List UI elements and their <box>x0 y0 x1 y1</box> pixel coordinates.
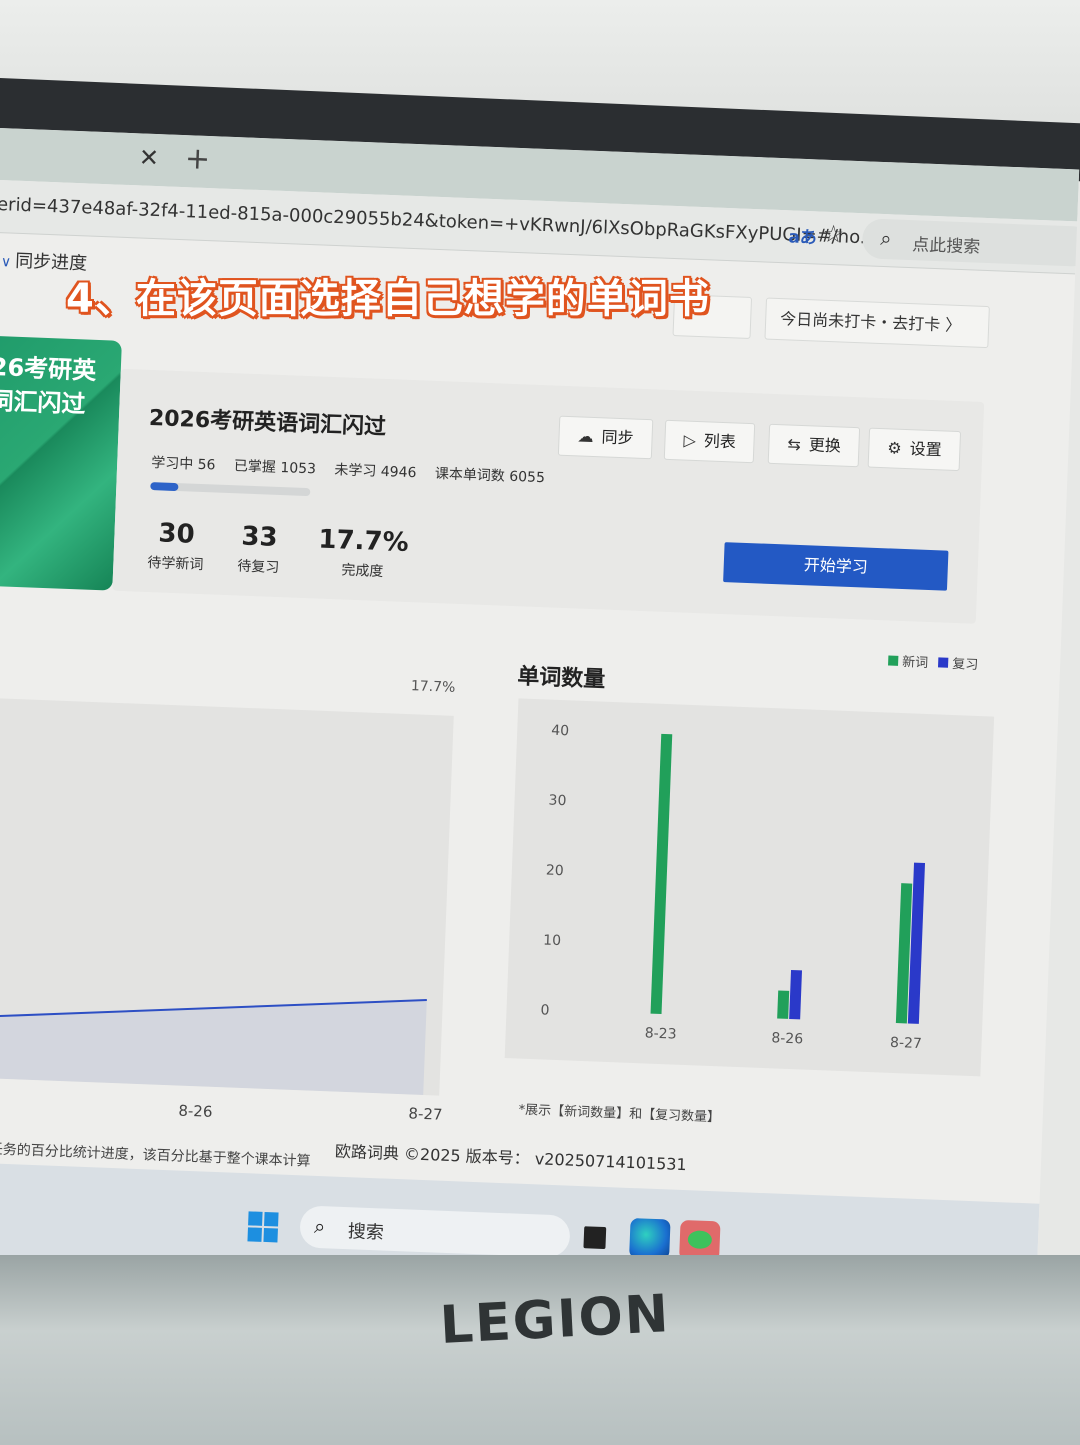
list-button-label: 列表 <box>703 431 737 452</box>
progress-chart-svg <box>0 999 427 1095</box>
settings-button-label: 设置 <box>909 439 943 460</box>
metric-completion-label: 完成度 <box>341 562 384 581</box>
metric-new-words: 30 待学新词 <box>147 518 205 574</box>
legend-review-swatch <box>938 657 949 668</box>
stat-mastered: 已掌握 1053 <box>234 458 317 477</box>
taskbar-search-label: 搜索 <box>347 1221 385 1244</box>
search-icon: ⌕ <box>313 1213 326 1239</box>
x-tick-label: 8-26 <box>771 1030 803 1047</box>
book-progress-bar <box>150 482 311 497</box>
task-view-icon[interactable] <box>583 1226 607 1250</box>
checkin-button[interactable]: 今日尚未打卡・去打卡 〉 <box>764 297 990 349</box>
settings-button[interactable]: ⚙ 设置 <box>867 427 962 472</box>
bar-new-8-26 <box>777 990 790 1019</box>
progress-x-tick-2: 8-27 <box>408 1104 443 1124</box>
book-panel: 2026考研英语词汇闪过 学习中 56 已掌握 1053 未学习 4946 课本… <box>112 368 985 624</box>
monitor-brand-logo: LEGION <box>438 1284 672 1356</box>
sync-button-label: 同步 <box>601 427 634 448</box>
metric-review: 33 待复习 <box>237 521 281 577</box>
stat-total-value: 6055 <box>508 468 546 487</box>
y-tick-label: 0 <box>540 1002 550 1018</box>
cover-title-line1: 26考研英 <box>0 352 97 385</box>
search-icon: ⌕ <box>879 225 893 251</box>
chevron-down-icon: ∨ <box>0 254 12 271</box>
change-book-label: 更换 <box>808 435 842 456</box>
stat-unlearned-value: 4946 <box>380 463 417 482</box>
cloud-sync-icon: ☁ <box>577 426 594 447</box>
y-tick-label: 10 <box>543 932 561 949</box>
sync-button[interactable]: ☁ 同步 <box>557 415 654 460</box>
translate-icon[interactable]: aあ <box>788 222 817 248</box>
bar-new-8-23 <box>650 733 673 1015</box>
swap-arrows-icon: ⇆ <box>787 434 802 454</box>
legend-new-label: 新词 <box>901 655 929 672</box>
gear-icon: ⚙ <box>887 438 903 458</box>
y-tick-label: 40 <box>551 723 569 740</box>
y-tick-label: 30 <box>548 793 566 810</box>
new-tab-icon[interactable]: + <box>184 141 210 177</box>
x-tick-label: 8-27 <box>890 1035 922 1052</box>
x-tick-label: 8-23 <box>644 1025 676 1042</box>
progress-x-tick-1: 8-26 <box>178 1101 213 1121</box>
search-box[interactable]: ⌕ 点此搜索 <box>861 218 1080 268</box>
metric-review-value: 33 <box>240 521 279 553</box>
stat-learning-label: 学习中 <box>150 455 194 473</box>
stat-total-label: 课本单词数 <box>434 465 506 485</box>
stat-mastered-value: 1053 <box>280 460 317 478</box>
book-progress-fill <box>150 482 179 492</box>
metric-completion: 17.7% 完成度 <box>317 525 409 582</box>
word-count-chart-note: *展示【新词数量】和【复习数量】 <box>518 1102 721 1126</box>
progress-chart-plot <box>0 697 454 1096</box>
start-learning-button[interactable]: 开始学习 <box>723 542 949 591</box>
book-stats: 学习中 56 已掌握 1053 未学习 4946 课本单词数 6055 <box>151 452 559 488</box>
favorite-star-icon[interactable]: ☆ <box>822 220 845 249</box>
metric-new-words-label: 待学新词 <box>147 554 204 574</box>
version-footer: 欧路词典 ©2025 版本号： v20250714101531 <box>334 1141 688 1175</box>
stat-total: 课本单词数 6055 <box>435 466 546 486</box>
chart-legend: 新词 复习 <box>882 650 979 673</box>
wechat-bubble <box>687 1230 713 1250</box>
book-cover[interactable]: 26考研英 词汇闪过 <box>0 335 122 591</box>
list-button[interactable]: ▷ 列表 <box>663 419 756 464</box>
metric-review-label: 待复习 <box>237 558 280 577</box>
tutorial-caption: 4、在该页面选择自己想学的单词书 <box>66 276 710 322</box>
metric-completion-value: 17.7% <box>317 524 410 558</box>
progress-chart-value: 17.7% <box>410 678 456 696</box>
word-count-chart-svg: 0 10 20 30 40 8-23 8-26 8-27 <box>540 723 926 1052</box>
taskbar-search[interactable]: ⌕ 搜索 <box>299 1205 571 1258</box>
metric-new-words-value: 30 <box>157 518 196 550</box>
stat-unlearned-label: 未学习 <box>334 462 377 480</box>
book-title: 2026考研英语词汇闪过 <box>148 405 387 441</box>
change-book-button[interactable]: ⇆ 更换 <box>767 423 861 468</box>
search-placeholder: 点此搜索 <box>911 235 981 258</box>
stat-learning: 学习中 56 <box>151 455 216 473</box>
play-circle-icon: ▷ <box>683 430 697 450</box>
stat-mastered-label: 已掌握 <box>233 458 277 476</box>
cover-title: 26考研英 词汇闪过 <box>0 350 121 423</box>
legend-review-label: 复习 <box>951 656 979 673</box>
stat-unlearned: 未学习 4946 <box>334 462 417 481</box>
tab-close-icon[interactable]: ✕ <box>138 143 159 172</box>
word-count-chart-plot: 0 10 20 30 40 8-23 8-26 8-27 <box>504 698 995 1077</box>
progress-area <box>0 1000 427 1095</box>
windows-start-icon[interactable] <box>247 1211 279 1243</box>
cover-title-line2: 词汇闪过 <box>0 386 86 419</box>
legend-new-swatch <box>888 655 899 666</box>
edge-browser-icon[interactable] <box>629 1218 671 1260</box>
stat-learning-value: 56 <box>197 456 216 474</box>
bar-review-8-26 <box>789 969 803 1020</box>
y-tick-label: 20 <box>546 863 564 880</box>
word-count-chart-title: 单词数量 <box>516 664 606 693</box>
